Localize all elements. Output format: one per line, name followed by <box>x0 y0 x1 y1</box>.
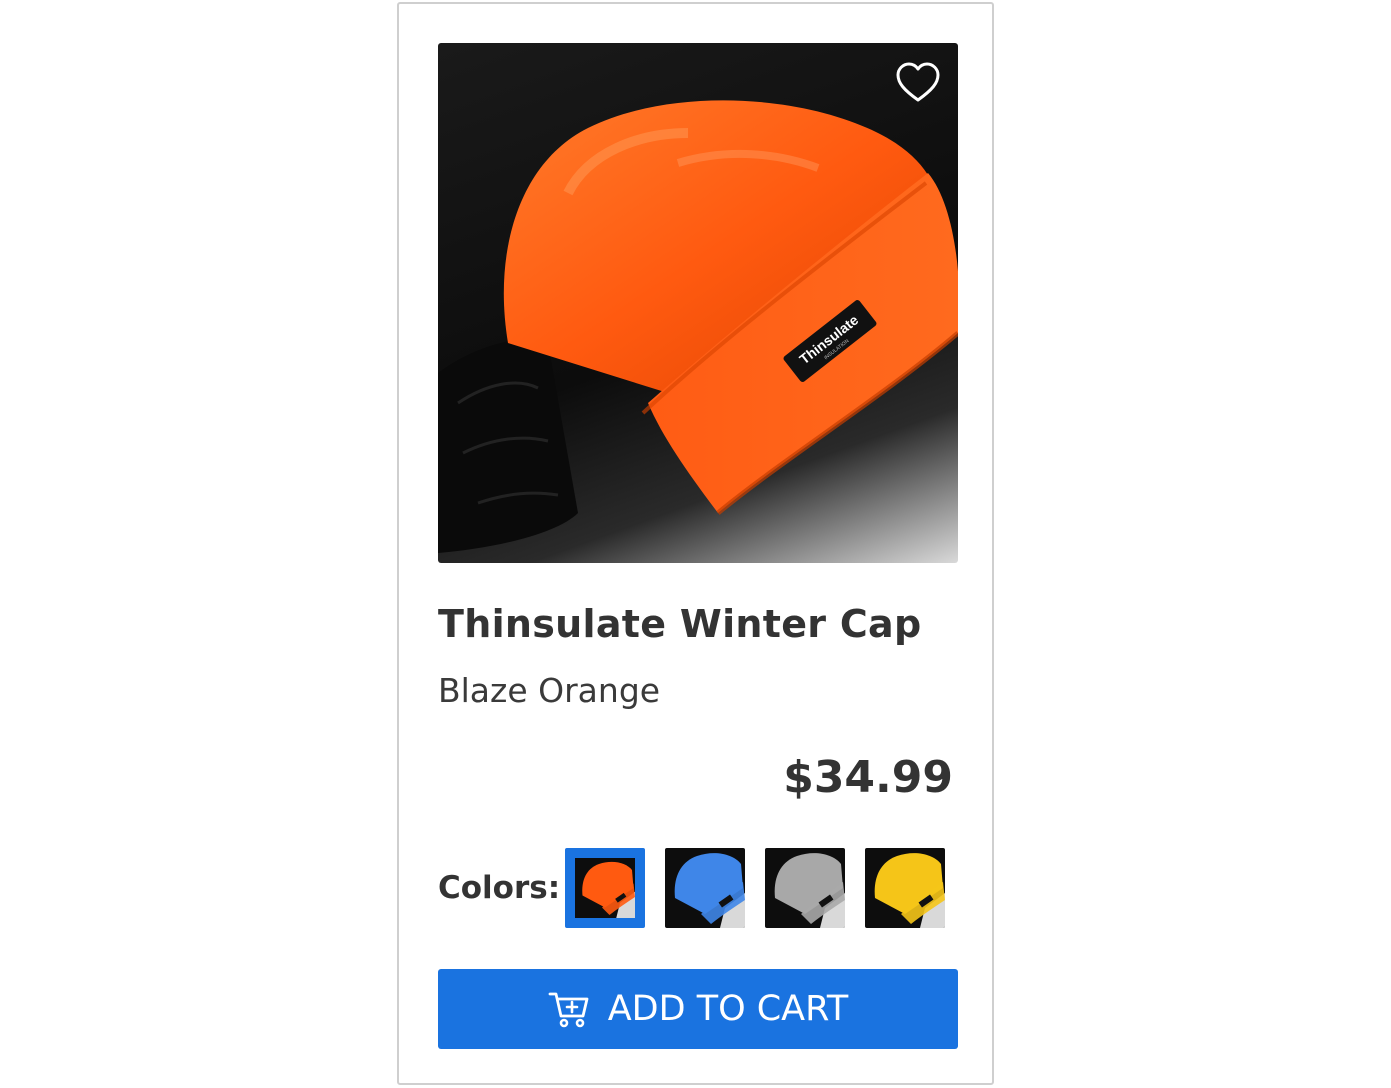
colors-label: Colors: <box>438 870 561 906</box>
color-swatch-gray[interactable] <box>765 848 845 928</box>
product-image[interactable]: Thinsulate INSULATION <box>438 43 958 563</box>
product-photo: Thinsulate INSULATION <box>438 100 958 553</box>
wishlist-heart-icon[interactable] <box>894 59 942 107</box>
swatch-thumbnail <box>865 848 945 928</box>
swatch-thumbnail <box>765 848 845 928</box>
cart-plus-icon <box>548 992 589 1028</box>
product-card: Thinsulate INSULATION Thinsulate Winter … <box>397 2 994 1085</box>
swatch-thumbnail <box>665 848 745 928</box>
product-variant: Blaze Orange <box>438 671 661 710</box>
color-swatch-blaze-orange[interactable] <box>565 848 645 928</box>
color-swatch-blue[interactable] <box>665 848 745 928</box>
product-price: $34.99 <box>783 752 953 803</box>
add-to-cart-label: ADD TO CART <box>607 989 849 1029</box>
add-to-cart-button[interactable]: ADD TO CART <box>438 969 958 1049</box>
product-title[interactable]: Thinsulate Winter Cap <box>438 602 922 646</box>
swatch-thumbnail <box>575 858 635 918</box>
color-swatch-yellow[interactable] <box>865 848 945 928</box>
